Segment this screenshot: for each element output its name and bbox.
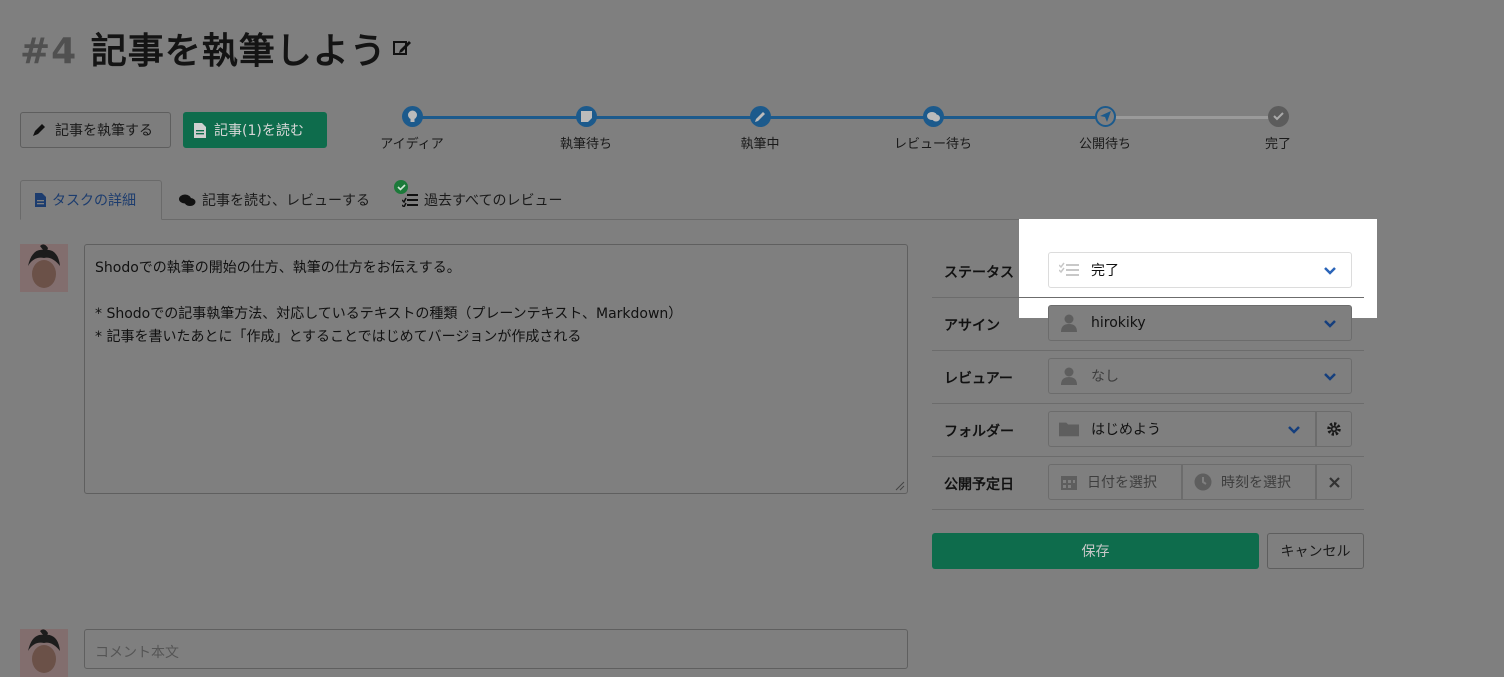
- workflow-progress: アイディア 執筆待ち 執筆中 レビュー待ち 公開待ち 完了: [380, 106, 1300, 156]
- time-picker[interactable]: 時刻を選択: [1182, 464, 1316, 500]
- chevron-down-icon: [1288, 426, 1300, 434]
- step-waiting-write[interactable]: 執筆待ち: [531, 106, 641, 152]
- assign-label: アサイン: [944, 318, 1000, 334]
- note-icon: [575, 106, 597, 127]
- write-article-label: 記事を執筆する: [55, 123, 153, 139]
- pen-icon: [33, 124, 45, 136]
- file-icon: [194, 122, 206, 138]
- step-label: 執筆待ち: [559, 137, 612, 152]
- tab-label: 過去すべてのレビュー: [424, 193, 563, 209]
- status-value: 完了: [1091, 263, 1119, 279]
- folder-value: はじめよう: [1091, 422, 1161, 438]
- check-icon: [394, 180, 408, 194]
- clear-date-button[interactable]: [1316, 464, 1352, 500]
- description-line: [95, 280, 897, 303]
- assign-value: hirokiky: [1091, 315, 1146, 331]
- save-button[interactable]: 保存: [932, 533, 1259, 569]
- gear-icon: [1327, 422, 1341, 436]
- pencil-icon: [749, 106, 771, 127]
- assign-select[interactable]: hirokiky: [1048, 305, 1352, 341]
- step-label: 完了: [1264, 137, 1291, 152]
- step-idea[interactable]: アイディア: [357, 106, 467, 152]
- comments-icon: [922, 106, 944, 127]
- comment-input[interactable]: コメント本文: [84, 629, 908, 669]
- calendar-icon: [1059, 472, 1079, 492]
- publish-date-label: 公開予定日: [944, 477, 1014, 493]
- avatar: [20, 629, 68, 677]
- comments-icon: [179, 194, 196, 206]
- folder-icon: [1059, 419, 1079, 439]
- avatar: [20, 244, 68, 292]
- task-title: 記事を執筆しよう: [90, 31, 387, 72]
- status-label: ステータス: [944, 265, 1014, 281]
- page-title: #4 記事を執筆しよう: [20, 22, 387, 74]
- description-textarea[interactable]: Shodoでの執筆の開始の仕方、執筆の仕方をお伝えする。 * Shodoでの記事…: [84, 244, 908, 494]
- status-select[interactable]: 完了: [1048, 252, 1352, 288]
- lightbulb-icon: [401, 106, 423, 127]
- read-article-button[interactable]: 記事(1)を読む: [183, 112, 327, 148]
- tab-label: 記事を読む、レビューする: [202, 193, 370, 209]
- resize-handle[interactable]: [893, 479, 905, 491]
- file-icon: [35, 193, 46, 207]
- reviewer-label: レビュアー: [944, 371, 1013, 387]
- tab-all-reviews[interactable]: 過去すべてのレビュー: [388, 180, 588, 220]
- tab-read-review[interactable]: 記事を読む、レビューする: [165, 180, 385, 220]
- user-icon: [1059, 313, 1079, 333]
- reviewer-value: なし: [1091, 369, 1119, 385]
- date-picker[interactable]: 日付を選択: [1048, 464, 1182, 500]
- tasks-icon: [1059, 260, 1079, 280]
- save-label: 保存: [1081, 544, 1110, 560]
- chevron-down-icon: [1324, 267, 1336, 275]
- read-article-label: 記事(1)を読む: [214, 123, 304, 139]
- reviewer-select[interactable]: なし: [1048, 358, 1352, 394]
- time-placeholder: 時刻を選択: [1221, 475, 1291, 491]
- step-writing[interactable]: 執筆中: [705, 106, 815, 152]
- step-waiting-publish[interactable]: 公開待ち: [1050, 106, 1160, 152]
- cancel-label: キャンセル: [1280, 544, 1351, 560]
- step-waiting-review[interactable]: レビュー待ち: [878, 106, 988, 152]
- check-icon: [1267, 106, 1289, 127]
- folder-label: フォルダー: [944, 424, 1014, 440]
- date-placeholder: 日付を選択: [1087, 475, 1157, 491]
- step-label: レビュー待ち: [893, 137, 972, 152]
- step-label: 公開待ち: [1078, 137, 1131, 152]
- send-icon: [1094, 106, 1116, 127]
- tab-details[interactable]: タスクの詳細: [20, 180, 162, 220]
- step-label: 執筆中: [740, 137, 780, 152]
- folder-settings-button[interactable]: [1316, 411, 1352, 447]
- comment-placeholder: コメント本文: [95, 645, 179, 661]
- step-done[interactable]: 完了: [1223, 106, 1333, 152]
- tab-label: タスクの詳細: [52, 193, 136, 209]
- chevron-down-icon: [1324, 373, 1336, 381]
- tasks-icon: [402, 194, 418, 207]
- description-line: * Shodoでの記事執筆方法、対応しているテキストの種類（プレーンテキスト、M…: [95, 306, 683, 322]
- folder-select[interactable]: はじめよう: [1048, 411, 1316, 447]
- step-label: アイディア: [380, 137, 444, 152]
- write-article-button[interactable]: 記事を執筆する: [20, 112, 171, 148]
- description-line: * 記事を書いたあとに「作成」とすることではじめてバージョンが作成される: [95, 329, 582, 345]
- chevron-down-icon: [1324, 320, 1336, 328]
- task-number: #4: [20, 31, 78, 72]
- description-line: Shodoでの執筆の開始の仕方、執筆の仕方をお伝えする。: [95, 260, 461, 276]
- edit-icon[interactable]: [392, 38, 412, 58]
- user-icon: [1059, 366, 1079, 386]
- cancel-button[interactable]: キャンセル: [1267, 533, 1364, 569]
- clock-icon: [1193, 472, 1213, 492]
- close-icon: [1328, 476, 1340, 488]
